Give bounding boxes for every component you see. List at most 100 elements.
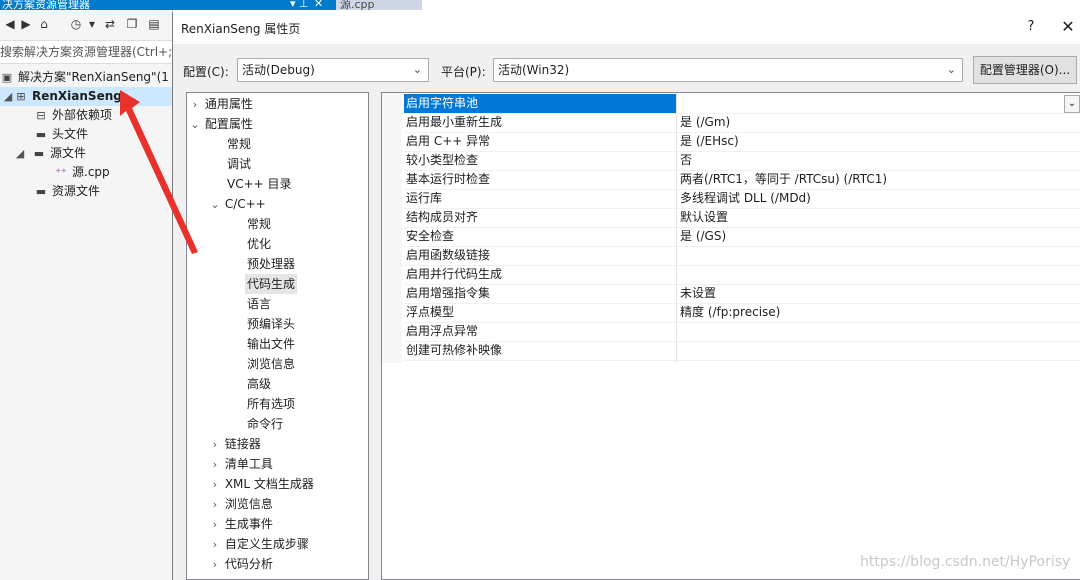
editor-tab-source[interactable]: 源.cpp — [336, 0, 422, 10]
property-name[interactable]: 较小类型检查 — [404, 151, 676, 170]
category-item[interactable]: 命令行 — [247, 414, 283, 434]
category-item[interactable]: 输出文件 — [247, 334, 295, 354]
property-name[interactable]: 结构成员对齐 — [404, 208, 676, 227]
sync-icon[interactable]: ⇄ — [102, 16, 118, 32]
property-name[interactable]: 浮点模型 — [404, 303, 676, 322]
property-name[interactable]: 运行库 — [404, 189, 676, 208]
config-dropdown[interactable]: 活动(Debug) ⌄ — [237, 58, 429, 82]
row-divider — [404, 303, 1080, 304]
chevron-right-icon[interactable]: › — [209, 515, 221, 535]
tree-item-solution[interactable]: ▣ 解决方案"RenXianSeng"(1 — [0, 68, 169, 87]
property-value[interactable] — [678, 265, 1080, 284]
tree-item-source-cpp[interactable]: ⁺⁺ 源.cpp — [54, 163, 109, 182]
watermark: https://blog.csdn.net/HyPorisy — [860, 554, 1071, 570]
folder-icon: ▬ — [35, 128, 47, 141]
history-icon[interactable]: ◷ — [68, 16, 84, 32]
chevron-right-icon[interactable]: › — [209, 455, 221, 475]
category-item[interactable]: › XML 文档生成器 — [209, 474, 314, 494]
property-name[interactable]: 启用最小重新生成 — [404, 113, 676, 132]
folder-icon: ▬ — [33, 147, 45, 160]
row-divider — [404, 170, 1080, 171]
collapse-all-icon[interactable]: ❐ — [124, 16, 140, 32]
row-divider — [404, 265, 1080, 266]
property-name[interactable]: 启用字符串池 — [404, 94, 676, 113]
property-name[interactable]: 启用 C++ 异常 — [404, 132, 676, 151]
row-divider — [404, 227, 1080, 228]
category-item[interactable]: 所有选项 — [247, 394, 295, 414]
config-manager-button[interactable]: 配置管理器(O)... — [973, 56, 1077, 84]
tool-window-strip: ▾ ⊥ ✕ — [172, 0, 336, 10]
chevron-right-icon[interactable]: › — [209, 435, 221, 455]
property-grid: 启用字符串池 ⌄ 启用最小重新生成 是 (/Gm) 启用 C++ 异常 是 (/… — [381, 92, 1080, 580]
category-tree: › 通用属性 ⌄ 配置属性 常规 调试 VC++ 目录 ⌄ C/C++ 常规 优… — [186, 92, 369, 580]
category-item[interactable]: 优化 — [247, 234, 271, 254]
home-icon[interactable]: ⌂ — [36, 16, 52, 32]
category-item[interactable]: 语言 — [247, 294, 271, 314]
property-value[interactable]: 是 (/Gm) — [678, 113, 1080, 132]
chevron-right-icon[interactable]: › — [209, 495, 221, 515]
property-value[interactable]: 是 (/EHsc) — [678, 132, 1080, 151]
close-icon[interactable]: ✕ — [314, 0, 323, 10]
property-name[interactable]: 启用增强指令集 — [404, 284, 676, 303]
forward-icon[interactable]: ▶ — [18, 16, 34, 32]
property-name[interactable]: 启用并行代码生成 — [404, 265, 676, 284]
property-name[interactable]: 创建可热修补映像 — [404, 341, 676, 360]
property-value[interactable]: 未设置 — [678, 284, 1080, 303]
chevron-down-icon[interactable]: ▾ — [84, 16, 100, 32]
back-icon[interactable]: ◀ — [2, 16, 18, 32]
external-deps-icon: ⊟ — [36, 109, 46, 122]
property-value[interactable] — [678, 322, 1080, 341]
tree-item-headers[interactable]: ▬ 头文件 — [34, 125, 88, 144]
folder-icon: ▬ — [35, 185, 47, 198]
property-value[interactable] — [678, 94, 1080, 113]
chevron-down-icon[interactable]: ⌄ — [209, 195, 221, 215]
category-item[interactable]: VC++ 目录 — [227, 174, 292, 194]
help-button[interactable]: ? — [1021, 17, 1041, 37]
chevron-down-icon[interactable]: ⌄ — [1064, 95, 1080, 113]
chevron-expanded-icon[interactable]: ◢ — [14, 144, 26, 163]
category-item[interactable]: › 代码分析 — [209, 554, 273, 574]
category-item[interactable]: › 浏览信息 — [209, 494, 273, 514]
platform-label: 平台(P): — [441, 65, 486, 79]
property-value[interactable]: 默认设置 — [678, 208, 1080, 227]
platform-dropdown[interactable]: 活动(Win32) ⌄ — [493, 58, 963, 82]
category-item[interactable]: 高级 — [247, 374, 271, 394]
properties-icon[interactable]: ▤ — [146, 16, 162, 32]
property-value[interactable] — [678, 341, 1080, 360]
category-item[interactable]: 预编译头 — [247, 314, 295, 334]
grid-gutter — [382, 93, 402, 363]
chevron-right-icon[interactable]: › — [209, 475, 221, 495]
property-value[interactable]: 两者(/RTC1，等同于 /RTCsu) (/RTC1) — [678, 170, 1080, 189]
tree-item-external-deps[interactable]: ⊟ 外部依赖项 — [34, 106, 112, 125]
category-item[interactable]: › 生成事件 — [209, 514, 273, 534]
property-name[interactable]: 基本运行时检查 — [404, 170, 676, 189]
close-button[interactable]: ✕ — [1057, 16, 1079, 38]
tree-item-resources[interactable]: ▬ 资源文件 — [34, 182, 100, 201]
property-name[interactable]: 启用函数级链接 — [404, 246, 676, 265]
category-item-selected[interactable]: 代码生成 — [245, 274, 298, 294]
property-value[interactable]: 是 (/GS) — [678, 227, 1080, 246]
chevron-right-icon[interactable]: › — [209, 555, 221, 575]
chevron-expanded-icon[interactable]: ◢ — [2, 87, 14, 106]
property-value[interactable] — [678, 246, 1080, 265]
category-item[interactable]: ⌄ C/C++ — [209, 194, 265, 215]
category-item[interactable]: 常规 — [247, 214, 271, 234]
category-item[interactable]: › 链接器 — [209, 434, 261, 454]
category-item[interactable]: 浏览信息 — [247, 354, 295, 374]
category-item[interactable]: › 自定义生成步骤 — [209, 534, 309, 554]
category-item[interactable]: 调试 — [227, 154, 251, 174]
row-divider — [404, 113, 1080, 114]
chevron-right-icon[interactable]: › — [209, 535, 221, 555]
category-item[interactable]: › 清单工具 — [209, 454, 273, 474]
property-value[interactable]: 多线程调试 DLL (/MDd) — [678, 189, 1080, 208]
tree-item-sources[interactable]: ◢ ▬ 源文件 — [14, 144, 86, 163]
category-item[interactable]: 预处理器 — [247, 254, 295, 274]
project-icon: ⊞ — [16, 90, 26, 103]
category-item[interactable]: 常规 — [227, 134, 251, 154]
property-value[interactable]: 精度 (/fp:precise) — [678, 303, 1080, 322]
solution-explorer-search[interactable]: 搜索解决方案资源管理器(Ctrl+;) — [0, 40, 172, 64]
property-name[interactable]: 安全检查 — [404, 227, 676, 246]
property-value[interactable]: 否 — [678, 151, 1080, 170]
property-name[interactable]: 启用浮点异常 — [404, 322, 676, 341]
pin-icon[interactable]: ▾ ⊥ — [290, 0, 309, 10]
